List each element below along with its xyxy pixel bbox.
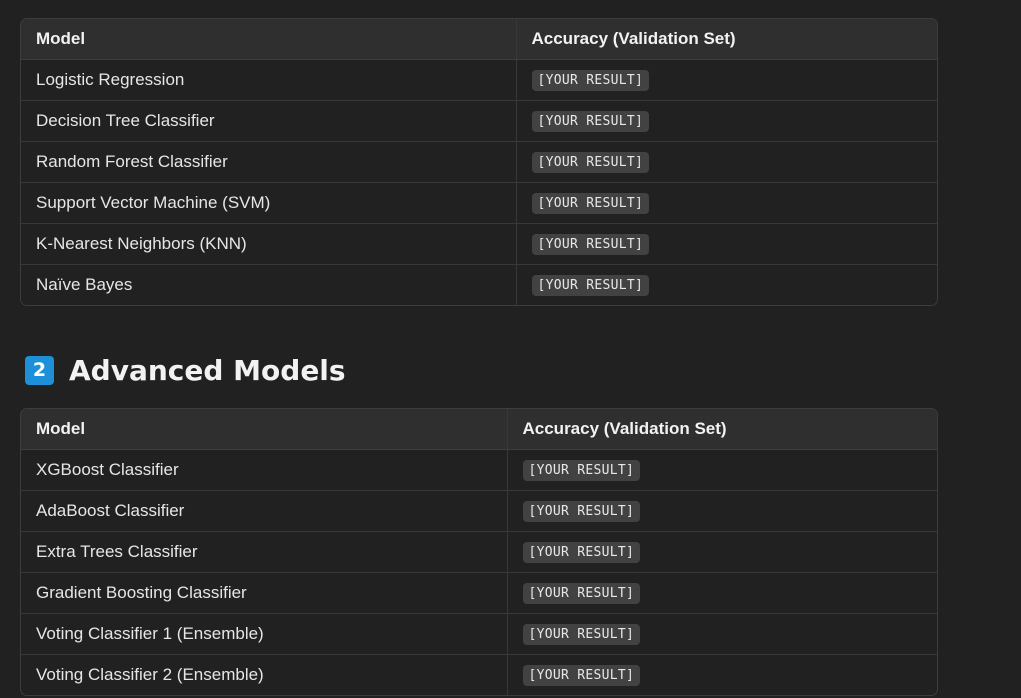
result-placeholder: [YOUR RESULT] xyxy=(531,152,650,173)
model-cell: Support Vector Machine (SVM) xyxy=(21,182,516,224)
accuracy-cell: [YOUR RESULT] xyxy=(515,182,937,224)
advanced-models-table: Model Accuracy (Validation Set) XGBoost … xyxy=(20,408,938,696)
accuracy-cell: [YOUR RESULT] xyxy=(506,613,937,655)
table-header-row: Model Accuracy (Validation Set) xyxy=(21,409,937,450)
section-heading: 2 Advanced Models xyxy=(25,352,346,388)
result-placeholder: [YOUR RESULT] xyxy=(522,583,641,604)
table-row: XGBoost Classifier [YOUR RESULT] xyxy=(21,449,937,491)
table-row: Naïve Bayes [YOUR RESULT] xyxy=(21,264,937,305)
table-row: Gradient Boosting Classifier [YOUR RESUL… xyxy=(21,572,937,614)
result-placeholder: [YOUR RESULT] xyxy=(522,460,641,481)
number-badge-icon: 2 xyxy=(25,355,54,385)
table-row: Voting Classifier 1 (Ensemble) [YOUR RES… xyxy=(21,613,937,655)
accuracy-cell: [YOUR RESULT] xyxy=(515,264,937,305)
table-row: Logistic Regression [YOUR RESULT] xyxy=(21,59,937,101)
model-cell: Decision Tree Classifier xyxy=(21,100,516,142)
table-header-row: Model Accuracy (Validation Set) xyxy=(21,19,937,60)
baseline-models-table: Model Accuracy (Validation Set) Logistic… xyxy=(20,18,938,306)
table-row: Voting Classifier 2 (Ensemble) [YOUR RES… xyxy=(21,654,937,695)
table-row: Support Vector Machine (SVM) [YOUR RESUL… xyxy=(21,182,937,224)
accuracy-cell: [YOUR RESULT] xyxy=(506,490,937,532)
result-placeholder: [YOUR RESULT] xyxy=(522,624,641,645)
model-cell: Random Forest Classifier xyxy=(21,141,516,183)
table-row: AdaBoost Classifier [YOUR RESULT] xyxy=(21,490,937,532)
column-header-accuracy: Accuracy (Validation Set) xyxy=(515,19,937,60)
model-cell: Extra Trees Classifier xyxy=(21,531,507,573)
accuracy-cell: [YOUR RESULT] xyxy=(506,654,937,695)
accuracy-cell: [YOUR RESULT] xyxy=(515,223,937,265)
result-placeholder: [YOUR RESULT] xyxy=(531,234,650,255)
section-title: Advanced Models xyxy=(69,353,346,387)
model-cell: Voting Classifier 1 (Ensemble) xyxy=(21,613,507,655)
table-row: Decision Tree Classifier [YOUR RESULT] xyxy=(21,100,937,142)
model-cell: Voting Classifier 2 (Ensemble) xyxy=(21,654,507,695)
accuracy-cell: [YOUR RESULT] xyxy=(506,572,937,614)
accuracy-cell: [YOUR RESULT] xyxy=(506,449,937,491)
model-cell: Logistic Regression xyxy=(21,59,516,101)
accuracy-cell: [YOUR RESULT] xyxy=(515,59,937,101)
column-header-model: Model xyxy=(21,409,507,450)
model-cell: K-Nearest Neighbors (KNN) xyxy=(21,223,516,265)
result-placeholder: [YOUR RESULT] xyxy=(522,542,641,563)
result-placeholder: [YOUR RESULT] xyxy=(531,70,650,91)
result-placeholder: [YOUR RESULT] xyxy=(522,501,641,522)
table-row: Random Forest Classifier [YOUR RESULT] xyxy=(21,141,937,183)
accuracy-cell: [YOUR RESULT] xyxy=(515,141,937,183)
column-header-accuracy: Accuracy (Validation Set) xyxy=(506,409,937,450)
model-cell: Naïve Bayes xyxy=(21,264,516,305)
column-header-model: Model xyxy=(21,19,516,60)
accuracy-cell: [YOUR RESULT] xyxy=(515,100,937,142)
table-row: Extra Trees Classifier [YOUR RESULT] xyxy=(21,531,937,573)
table-row: K-Nearest Neighbors (KNN) [YOUR RESULT] xyxy=(21,223,937,265)
result-placeholder: [YOUR RESULT] xyxy=(531,193,650,214)
model-cell: XGBoost Classifier xyxy=(21,449,507,491)
model-cell: Gradient Boosting Classifier xyxy=(21,572,507,614)
model-cell: AdaBoost Classifier xyxy=(21,490,507,532)
result-placeholder: [YOUR RESULT] xyxy=(531,111,650,132)
accuracy-cell: [YOUR RESULT] xyxy=(506,531,937,573)
result-placeholder: [YOUR RESULT] xyxy=(531,275,650,296)
page: Model Accuracy (Validation Set) Logistic… xyxy=(0,0,1021,698)
result-placeholder: [YOUR RESULT] xyxy=(522,665,641,686)
